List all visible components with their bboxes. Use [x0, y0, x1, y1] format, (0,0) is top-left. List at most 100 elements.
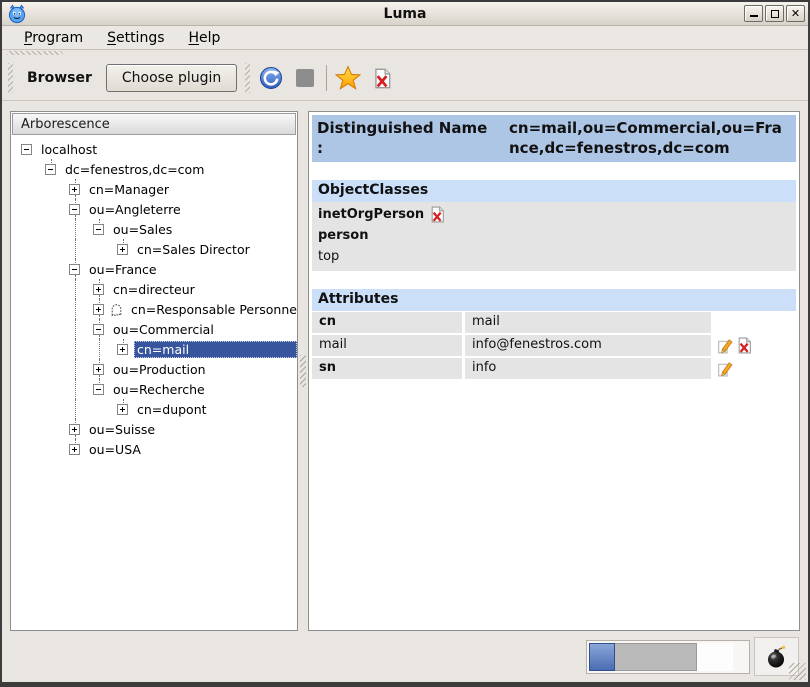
expand-plus-icon [117, 404, 128, 415]
progress-trough [615, 643, 697, 671]
tree-item-label: ou=Commercial [110, 321, 217, 338]
collapse-minus-icon [21, 144, 32, 155]
collapse-minus-icon [93, 324, 104, 335]
progress-box [586, 640, 750, 674]
tree-indent-guide [21, 259, 45, 279]
tree-indent-guide [45, 219, 69, 239]
menu-help[interactable]: Help [179, 28, 231, 48]
tree-item-ou-commercial[interactable]: ou=Commercial [11, 319, 297, 339]
tree-item-cn-sales-director[interactable]: cn=Sales Director [11, 239, 297, 259]
stop-icon[interactable] [292, 65, 318, 91]
tree-item-label: ou=France [86, 261, 160, 278]
maximize-button[interactable] [765, 5, 784, 22]
tree-indent-guide [45, 319, 69, 339]
tree-item-cn-manager[interactable]: cn=Manager [11, 179, 297, 199]
attribute-name: sn [312, 358, 462, 379]
tree-expander[interactable] [21, 139, 34, 159]
tree-indent-guide [21, 319, 45, 339]
objectclass-person: person [312, 225, 796, 246]
tree-indent-guide [21, 219, 45, 239]
window-title: Luma [2, 6, 808, 22]
tree-item-ou-usa[interactable]: ou=USA [11, 439, 297, 459]
tree-item-ou-angleterre[interactable]: ou=Angleterre [11, 199, 297, 219]
delete-attribute-icon[interactable] [736, 337, 753, 354]
titlebar[interactable]: Luma ✕ [2, 2, 808, 26]
collapse-minus-icon [93, 224, 104, 235]
panel-splitter[interactable] [298, 111, 308, 631]
resize-grip[interactable] [789, 663, 806, 680]
toolbar-drag-handle[interactable] [7, 51, 63, 55]
tree-item-label: cn=Responsable Personnel [128, 301, 297, 318]
tree-item-cn-dupont[interactable]: cn=dupont [11, 399, 297, 419]
tree-indent-guide [21, 199, 45, 219]
tree-item-ou-sales[interactable]: ou=Sales [11, 219, 297, 239]
dn-label: Distinguished Name : [317, 118, 509, 159]
choose-plugin-button[interactable]: Choose plugin [106, 64, 237, 92]
tree-expander[interactable] [93, 359, 106, 379]
tree-item-label: ou=Recherche [110, 381, 208, 398]
delete-objectclass-icon[interactable] [429, 206, 446, 223]
toolbar-spacer [2, 50, 808, 56]
tree-expander[interactable] [69, 439, 82, 459]
tree-expander[interactable] [93, 379, 106, 399]
tree-indent-guide [21, 379, 45, 399]
objectclass-name: person [318, 228, 368, 243]
tree-item-label: ou=USA [86, 441, 144, 458]
delete-entry-icon[interactable] [369, 65, 395, 91]
minimize-button[interactable] [744, 5, 763, 22]
attribute-row-mail: mailinfo@fenestros.com [312, 335, 796, 356]
tree-item-label: cn=mail [134, 341, 297, 358]
tree-item-cn-mail[interactable]: cn=mail [11, 339, 297, 359]
tree-expander[interactable] [69, 259, 82, 279]
tree-item-cn-responsable-personnel[interactable]: cn=Responsable Personnel [11, 299, 297, 319]
toolbar-drag-handle[interactable] [245, 63, 250, 93]
tree-expander[interactable] [45, 159, 58, 179]
tree-expander[interactable] [93, 279, 106, 299]
tree-item-ou-suisse[interactable]: ou=Suisse [11, 419, 297, 439]
toolbar-drag-handle[interactable] [8, 63, 13, 93]
attributes-table: cnmailmailinfo@fenestros.comsninfo [312, 312, 796, 379]
expand-plus-icon [69, 184, 80, 195]
tree-indent-guide [45, 439, 69, 459]
tree-indent-guide [45, 399, 69, 419]
tree-item-ou-production[interactable]: ou=Production [11, 359, 297, 379]
splitter-grip-icon [300, 355, 306, 387]
attribute-value: info@fenestros.com [465, 335, 711, 356]
objectclasses-header: ObjectClasses [312, 180, 796, 202]
tree-expander[interactable] [93, 319, 106, 339]
menu-settings[interactable]: Settings [97, 28, 174, 48]
attribute-actions [716, 335, 753, 356]
menu-program[interactable]: Program [14, 28, 93, 48]
edit-attribute-icon[interactable] [716, 360, 733, 377]
tree-expander[interactable] [69, 199, 82, 219]
tree-item-ou-recherche[interactable]: ou=Recherche [11, 379, 297, 399]
tree-expander[interactable] [69, 179, 82, 199]
entry-detail-panel: Distinguished Name : cn=mail,ou=Commerci… [308, 111, 800, 631]
tree-item-ou-france[interactable]: ou=France [11, 259, 297, 279]
bomb-icon [765, 645, 789, 669]
tree-indent-guide [69, 379, 93, 399]
tree-item-dc-fenestros-dc-com[interactable]: dc=fenestros,dc=com [11, 159, 297, 179]
tree-item-localhost[interactable]: localhost [11, 139, 297, 159]
refresh-icon[interactable] [258, 65, 284, 91]
tree-item-cn-directeur[interactable]: cn=directeur [11, 279, 297, 299]
collapse-minus-icon [69, 264, 80, 275]
edit-attribute-icon[interactable] [716, 337, 733, 354]
tree-indent-guide [93, 239, 117, 259]
bookmark-star-icon[interactable] [335, 65, 361, 91]
objectclass-top: top [312, 246, 796, 267]
tree-expander[interactable] [69, 419, 82, 439]
tree-indent-guide [21, 359, 45, 379]
close-button[interactable]: ✕ [786, 5, 805, 22]
maximize-icon [771, 10, 779, 18]
tree-indent-guide [21, 159, 45, 179]
tree-item-label: localhost [38, 141, 100, 158]
tree-item-label: ou=Sales [110, 221, 175, 238]
tree-expander[interactable] [117, 239, 130, 259]
tree-expander[interactable] [117, 399, 130, 419]
tree-item-label: ou=Suisse [86, 421, 158, 438]
tree-expander[interactable] [93, 299, 106, 319]
tree-expander[interactable] [117, 339, 130, 359]
tree-indent-guide [21, 299, 45, 319]
tree-expander[interactable] [93, 219, 106, 239]
